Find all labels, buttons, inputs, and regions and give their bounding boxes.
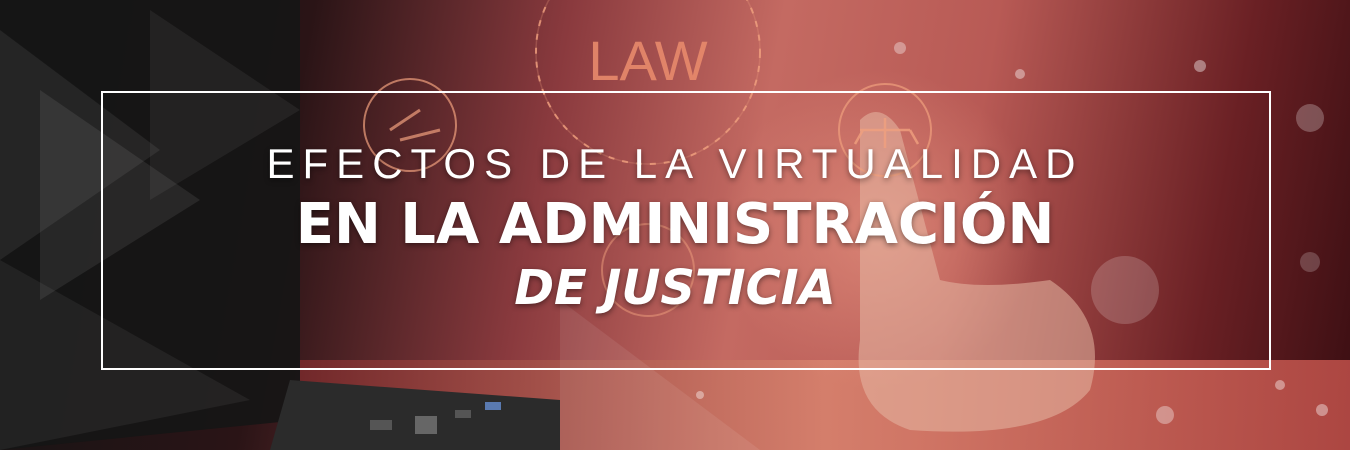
hero-banner: LAW EFECTOS DE LA VIRTUALIDAD EN LA ADMI… — [0, 0, 1350, 450]
laptop-port — [370, 420, 392, 430]
headline-line-1: EFECTOS DE LA VIRTUALIDAD — [266, 140, 1084, 187]
laptop-port — [455, 410, 471, 418]
law-emblem-text: LAW — [588, 29, 707, 92]
headline-line-2: EN LA ADMINISTRACIÓN — [295, 192, 1055, 257]
laptop-port — [485, 402, 501, 410]
headline-line-3: DE JUSTICIA — [514, 260, 836, 316]
laptop-port — [415, 416, 437, 434]
